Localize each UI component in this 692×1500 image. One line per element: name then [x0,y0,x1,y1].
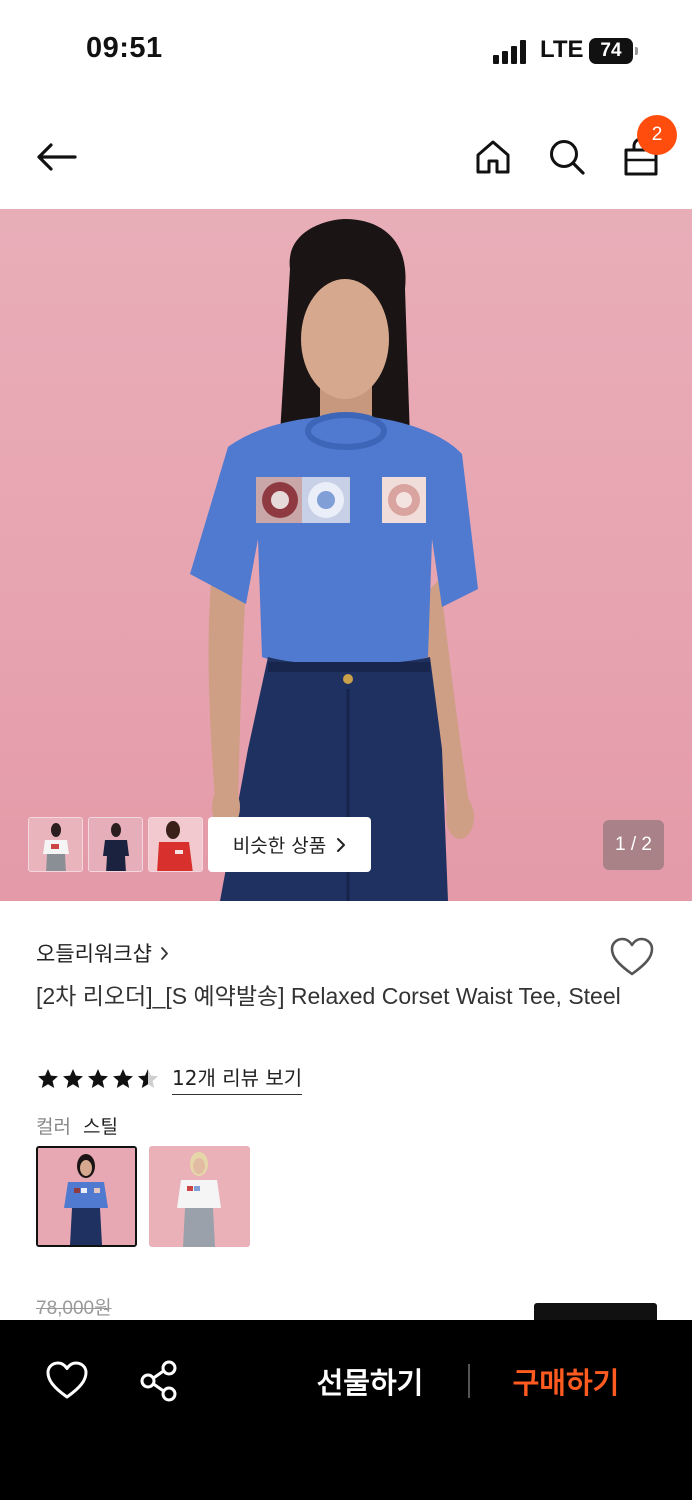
top-navigation [0,110,692,206]
signal-strength-icon [493,40,529,64]
product-image-carousel[interactable]: 비슷한 상품 1 / 2 [0,209,692,901]
similar-products-label: 비슷한 상품 [232,835,327,857]
heart-icon [610,937,654,976]
buy-button[interactable]: 구매하기 [498,1358,634,1404]
bottom-wishlist-button[interactable] [44,1358,90,1404]
brand-name: 오들리워크샵 [36,942,152,966]
bottom-action-bar: 선물하기 구매하기 [0,1320,692,1500]
status-time: 09:51 [86,32,163,64]
back-arrow-icon [37,143,77,171]
star-icon [88,1068,108,1088]
image-page-indicator: 1 / 2 [603,820,664,870]
color-option-row: 컬러 스틸 [36,1112,118,1139]
rating-row: 12개 리뷰 보기 [36,1062,303,1095]
chevron-right-icon [161,946,168,960]
color-label: 컬러 [36,1116,71,1138]
thumbnail-image [89,818,142,871]
divider [468,1364,470,1398]
swatch-image [149,1146,250,1247]
search-button[interactable] [544,132,590,182]
search-icon [550,140,585,175]
gift-button[interactable]: 선물하기 [300,1358,440,1404]
status-bar: 09:51 LTE 74 [0,0,692,100]
share-button[interactable] [136,1358,182,1404]
selected-color: 스틸 [82,1116,118,1138]
original-price: 78,000원 [36,1298,112,1319]
wishlist-button[interactable] [608,934,656,982]
half-star-icon [138,1068,158,1088]
thumbnail-image [29,818,82,871]
swatch-steel[interactable] [36,1146,137,1247]
thumbnail-red-tee[interactable] [148,817,203,872]
swatch-image [38,1148,135,1245]
swatch-white[interactable] [149,1146,250,1247]
thumbnail-navy-tee[interactable] [88,817,143,872]
star-rating [36,1067,160,1091]
brand-link[interactable]: 오들리워크샵 [36,938,169,968]
home-icon [476,140,510,174]
cart-count-badge: 2 [637,115,677,155]
home-button[interactable] [470,132,516,182]
chevron-right-icon [337,837,346,852]
back-button[interactable] [30,132,82,182]
star-icon [113,1068,133,1088]
star-icon [63,1068,83,1088]
product-title: [2차 리오더]_[S 예약발송] Relaxed Corset Waist T… [36,983,621,1009]
thumbnail-white-tee[interactable] [28,817,83,872]
battery-level: 74 [600,40,622,61]
heart-icon [46,1361,88,1399]
thumbnail-image [149,818,202,871]
star-icon [38,1068,58,1088]
similar-products-button[interactable]: 비슷한 상품 [208,817,371,872]
network-type: LTE [540,36,584,63]
related-thumbnails [28,817,203,872]
product-photo [190,219,478,901]
color-swatches [36,1146,250,1247]
share-icon [140,1360,177,1402]
view-reviews-link[interactable]: 12개 리뷰 보기 [172,1062,303,1095]
battery-icon: 74 [589,38,638,64]
